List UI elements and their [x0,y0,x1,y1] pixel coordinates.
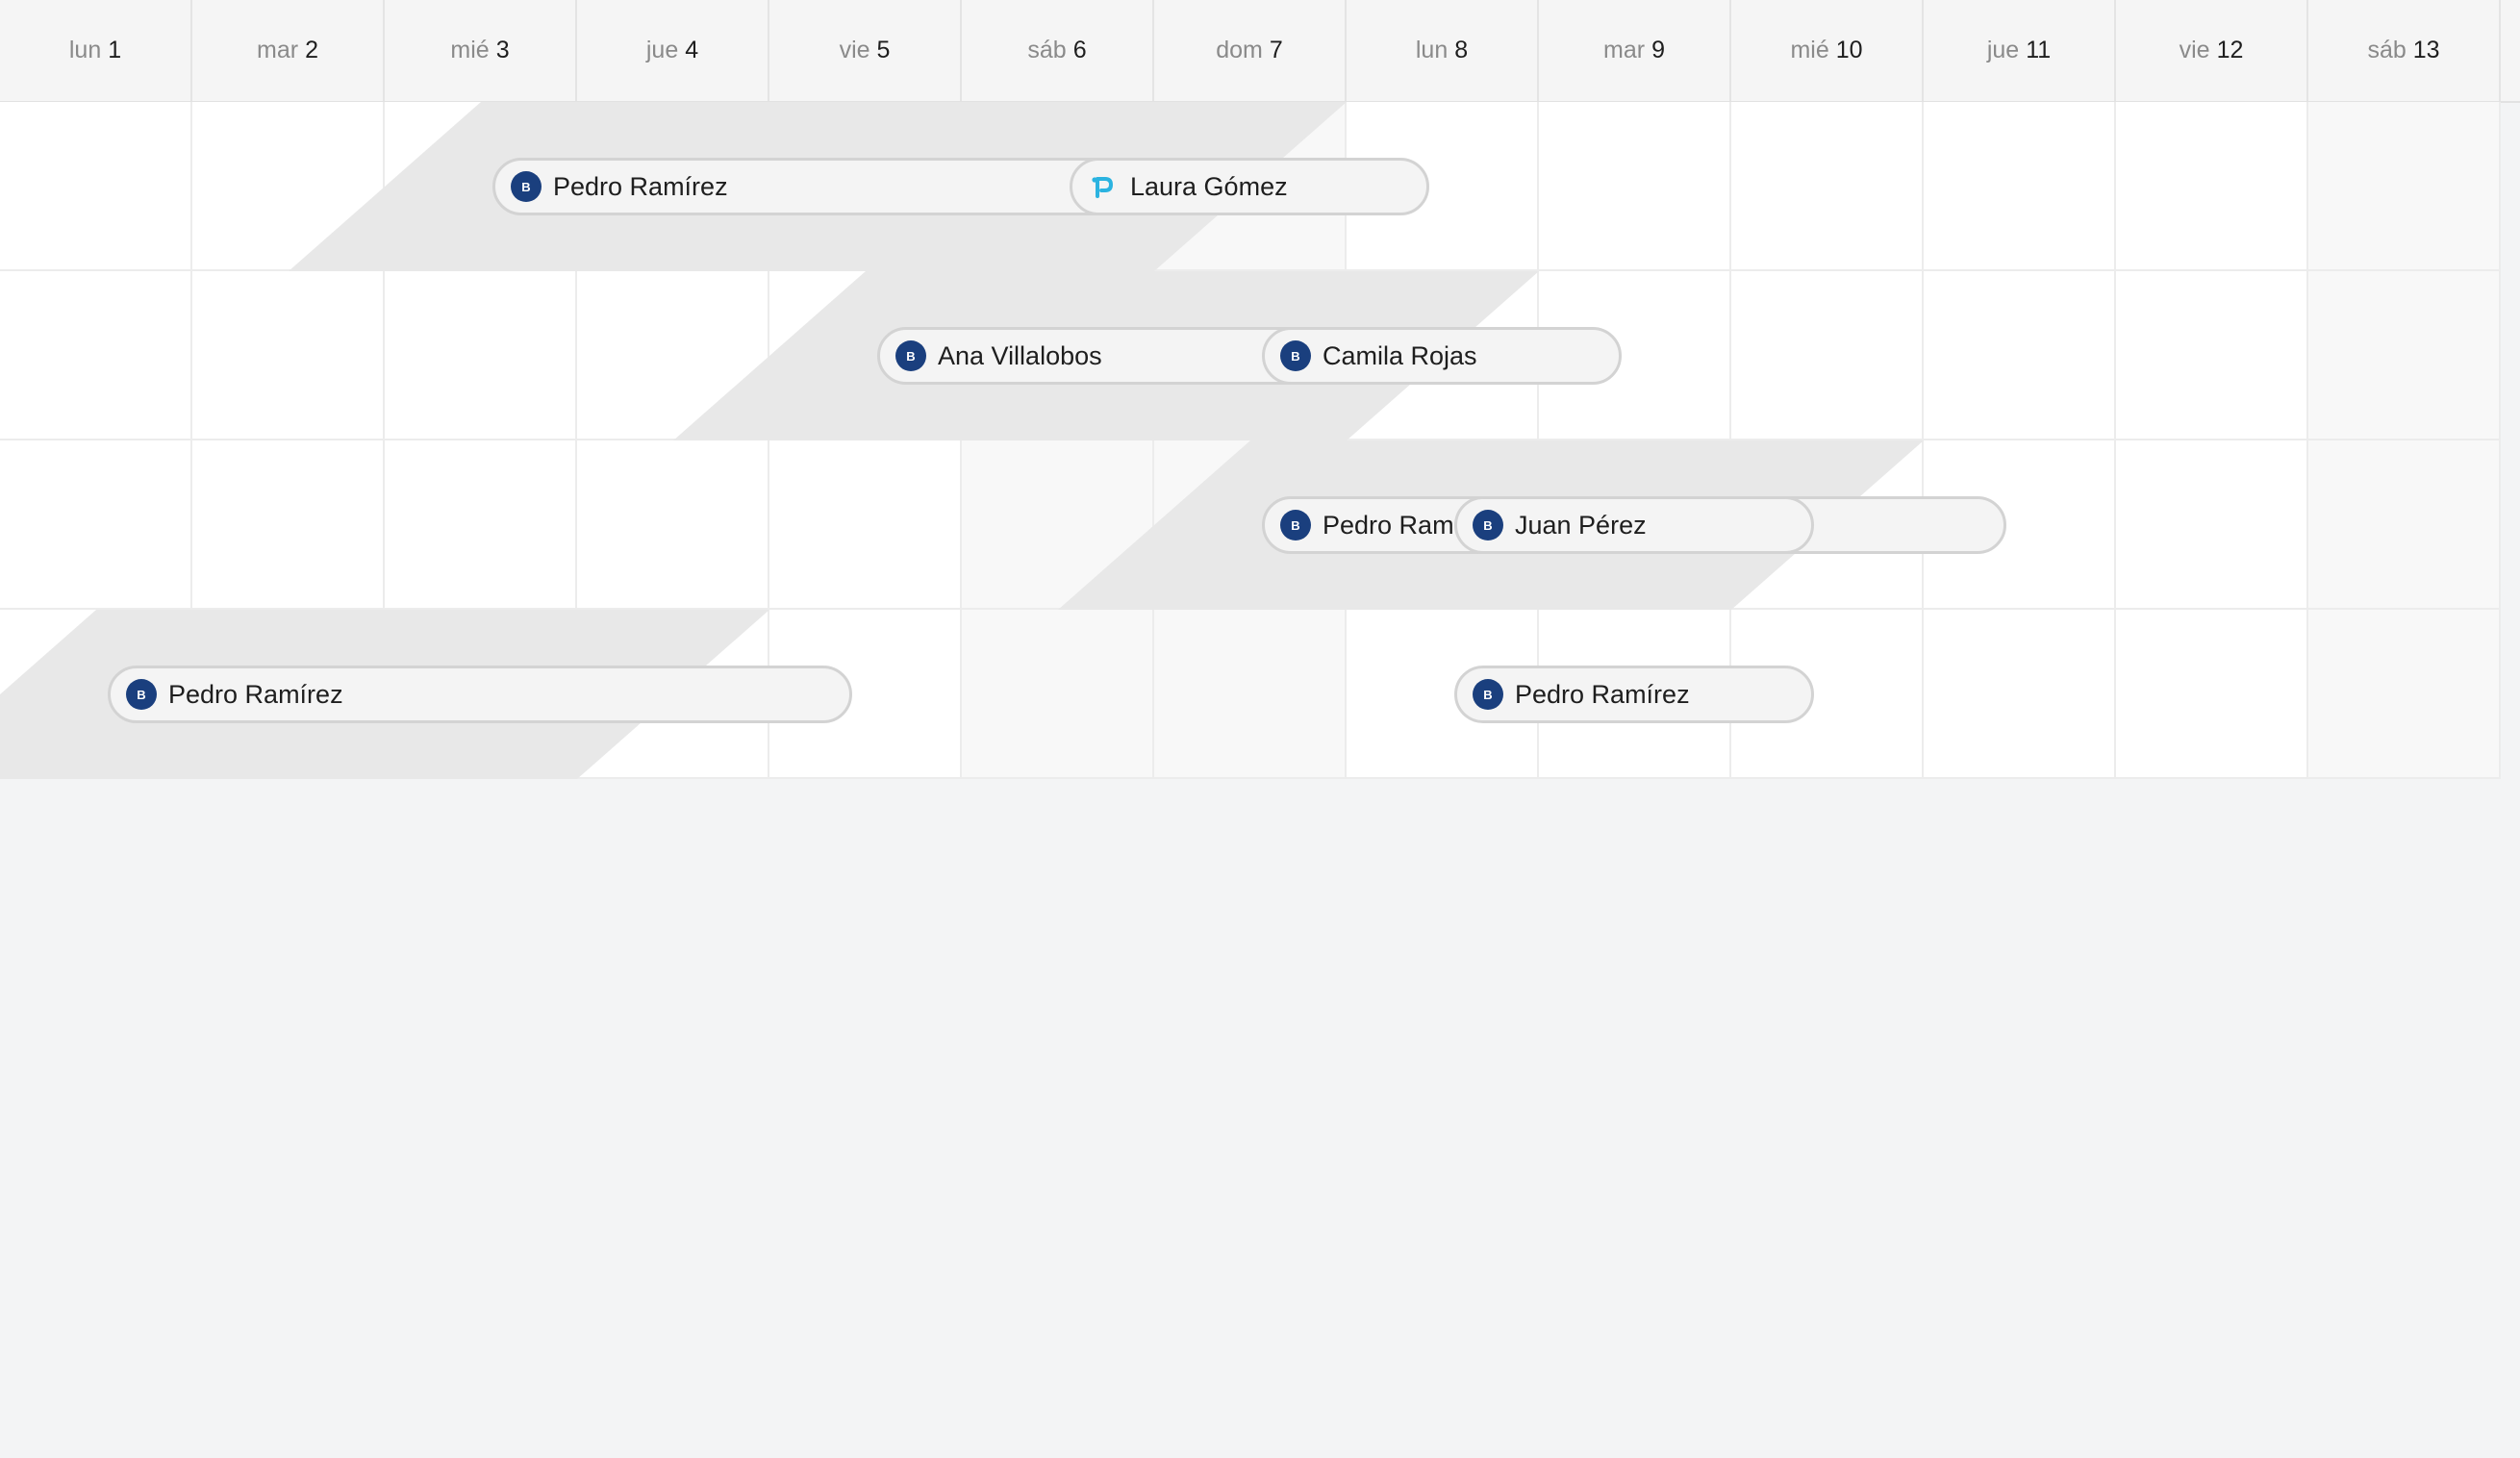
booking-pill[interactable]: B Pedro Ramírez [492,158,1156,215]
day-cell[interactable] [577,440,769,610]
day-header: vie 12 [2116,0,2308,101]
day-cell[interactable] [2116,440,2308,610]
day-cell[interactable] [0,440,192,610]
day-cell[interactable] [1731,102,1924,271]
day-cell[interactable] [2116,102,2308,271]
day-header: lun 8 [1347,0,1539,101]
day-cell[interactable] [2116,271,2308,440]
day-cell[interactable] [1924,610,2116,779]
day-cell[interactable] [0,271,192,440]
day-cell[interactable] [1924,102,2116,271]
guest-name: Laura Gómez [1130,171,1288,201]
day-cell[interactable] [2308,610,2501,779]
booking-icon: B [1473,510,1503,540]
guest-name: Pedro Ramírez [168,679,343,709]
booking-icon: B [1280,340,1311,371]
day-cell[interactable] [192,440,385,610]
direct-booking-icon [1088,171,1119,202]
day-header: mié 10 [1731,0,1924,101]
day-cell[interactable] [385,440,577,610]
booking-icon: B [895,340,926,371]
day-header: dom 7 [1154,0,1347,101]
booking-icon: B [511,171,542,202]
booking-pill[interactable]: B Pedro Ramírez [108,666,852,723]
booking-pill[interactable]: B Camila Rojas [1262,327,1622,385]
booking-pill[interactable]: B Pedro Ramírez [1454,666,1814,723]
day-header: mar 9 [1539,0,1731,101]
guest-name: Pedro Ramírez [1515,679,1690,709]
day-header: mié 3 [385,0,577,101]
booking-pill[interactable]: B Juan Pérez [1454,496,1814,554]
booking-icon: B [1473,679,1503,710]
day-cell[interactable] [2308,271,2501,440]
guest-name: Ana Villalobos [938,340,1102,370]
booking-pill[interactable]: Laura Gómez [1070,158,1429,215]
day-cell[interactable] [962,610,1154,779]
day-header-row: lun 1 mar 2 mié 3 jue 4 vie 5 sáb 6 dom 7 lun 8 … [0,0,2520,103]
day-header: vie 5 [769,0,962,101]
day-cell[interactable] [2308,102,2501,271]
day-cell[interactable] [1924,271,2116,440]
day-cell[interactable] [769,440,962,610]
day-header: sáb 13 [2308,0,2501,101]
booking-icon: B [126,679,157,710]
day-cell[interactable] [1731,271,1924,440]
day-cell[interactable] [0,102,192,271]
day-cell[interactable] [1539,102,1731,271]
guest-name: Pedro Ramírez [553,171,728,201]
day-header: jue 4 [577,0,769,101]
guest-name: Juan Pérez [1515,510,1647,540]
booking-icon: B [1280,510,1311,540]
day-header: sáb 6 [962,0,1154,101]
day-cell[interactable] [2308,440,2501,610]
guest-name: Camila Rojas [1323,340,1477,370]
calendar-grid: lun 1 mar 2 mié 3 jue 4 vie 5 sáb 6 dom 7 lun 8 … [0,0,2520,781]
day-cell[interactable] [1154,610,1347,779]
day-cell[interactable] [2116,610,2308,779]
day-header: jue 11 [1924,0,2116,101]
day-header: mar 2 [192,0,385,101]
day-cell[interactable] [385,271,577,440]
day-header: lun 1 [0,0,192,101]
day-cell[interactable] [192,271,385,440]
